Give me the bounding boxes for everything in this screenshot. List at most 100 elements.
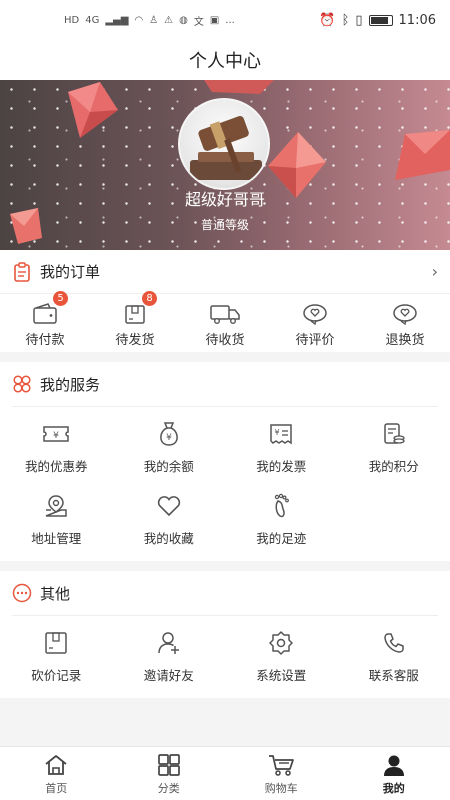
invoice-icon: ¥ [268,420,294,448]
services-section: 我的服务 ¥ 我的优惠券 ¥ 我的余额 ¥ 我的发票 我的积分 地址管理 我的收… [0,362,450,561]
box-icon: 8 [123,290,157,325]
order-badge: 5 [53,290,68,306]
comment-heart-icon [302,299,328,325]
hd-indicator: HD [64,14,80,26]
signal-icon: ▂▄▆ [105,14,129,26]
services-header: 我的服务 [0,362,450,406]
bottom-tab-bar: 首页 分类 购物车 我的 [0,746,450,800]
others-title: 其他 [40,584,71,603]
settings-icon [268,629,294,657]
bluetooth-icon: ᛒ [341,12,350,28]
qq-icon: ♙ [149,14,159,26]
orders-section: 我的订单 › 5 待付款 8 待发货 待收货 待评价 退换货 [0,250,450,352]
service-invoices[interactable]: ¥ 我的发票 [225,411,338,483]
service-label: 我的余额 [143,458,194,474]
other-label: 邀请好友 [143,667,194,683]
status-bar: HD 4G ▂▄▆ ◠ ♙ ⚠ ◍ 文 ▣ ... ⏰ ᛒ ▯ 11:06 [0,0,450,40]
bargain-icon [43,629,69,657]
service-label: 我的足迹 [256,530,307,546]
service-label: 地址管理 [31,530,82,546]
service-favorites[interactable]: 我的收藏 [113,483,226,555]
status-icons-right: ⏰ ᛒ ▯ 11:06 [319,13,436,28]
money-bag-icon: ¥ [157,420,181,448]
service-label: 我的发票 [256,458,307,474]
service-address[interactable]: 地址管理 [0,483,113,555]
order-label: 待收货 [205,332,245,348]
section-divider [0,561,450,571]
tab-home[interactable]: 首页 [0,747,113,800]
invite-user-icon [156,629,182,657]
other-label: 系统设置 [256,667,307,683]
tab-cart[interactable]: 购物车 [225,747,338,800]
service-balance[interactable]: ¥ 我的余额 [113,411,226,483]
others-section: 其他 砍价记录 邀请好友 系统设置 联系客服 [0,571,450,698]
order-pending-receipt[interactable]: 待收货 [180,299,270,348]
tab-category[interactable]: 分类 [113,747,226,800]
app-icon: ◍ [179,14,188,26]
order-pending-shipment[interactable]: 8 待发货 [90,290,180,348]
order-pending-review[interactable]: 待评价 [270,299,360,348]
svg-text:¥: ¥ [53,431,59,441]
service-coupons[interactable]: ¥ 我的优惠券 [0,411,113,483]
service-label: 我的收藏 [143,530,194,546]
tab-label: 分类 [157,781,180,795]
user-icon [382,752,406,778]
page-title: 个人中心 [0,40,450,80]
clipboard-icon [12,261,32,282]
gavel-image [190,116,262,180]
service-footprints[interactable]: 我的足迹 [225,483,338,555]
chevron-right-icon: › [431,262,438,281]
orders-title: 我的订单 [40,263,101,281]
service-points[interactable]: 我的积分 [338,411,450,483]
order-badge: 8 [142,290,157,306]
order-pending-payment[interactable]: 5 待付款 [0,290,90,348]
svg-text:¥: ¥ [275,428,280,437]
order-label: 待发货 [115,332,155,348]
home-icon [43,752,69,778]
services-title: 我的服务 [40,375,101,394]
other-bargain-records[interactable]: 砍价记录 [0,620,113,692]
other-invite-friends[interactable]: 邀请好友 [113,620,226,692]
more-notifications-icon: ... [225,14,235,26]
order-label: 待评价 [295,332,335,348]
translate-icon: 文 [193,16,204,28]
others-grid: 砍价记录 邀请好友 系统设置 联系客服 [0,616,450,698]
return-heart-icon [392,299,418,325]
others-header: 其他 [0,571,450,615]
service-label: 我的优惠券 [24,458,88,474]
username: 超级好哥哥 [184,190,265,209]
tab-label: 购物车 [264,781,298,795]
phone-icon [382,629,406,657]
more-circle-icon [12,583,32,603]
vibrate-icon: ▯ [355,12,363,28]
gem-decoration [204,80,274,94]
order-label: 待付款 [25,332,65,348]
avatar[interactable] [178,98,270,190]
service-label: 我的积分 [368,458,419,474]
tab-label: 首页 [45,781,68,795]
status-icons-left: HD 4G ▂▄▆ ◠ ♙ ⚠ ◍ 文 ▣ ... [64,13,235,28]
section-divider [0,352,450,362]
gem-decoration [68,82,118,138]
alarm-icon: ⏰ [319,12,336,28]
heart-icon [156,492,182,520]
other-contact-service[interactable]: 联系客服 [338,620,450,692]
other-label: 联系客服 [368,667,419,683]
member-level: 普通等级 [200,218,249,232]
gem-decoration [395,130,450,180]
wallet-icon: 5 [32,290,68,325]
other-system-settings[interactable]: 系统设置 [225,620,338,692]
order-returns[interactable]: 退换货 [360,299,450,348]
services-grid: ¥ 我的优惠券 ¥ 我的余额 ¥ 我的发票 我的积分 地址管理 我的收藏 我的足… [0,407,450,561]
orders-header[interactable]: 我的订单 › [0,250,450,294]
other-label: 砍价记录 [31,667,82,683]
truck-icon [209,299,241,325]
app-icon: ▣ [209,14,220,26]
tab-mine[interactable]: 我的 [338,747,450,800]
battery-icon [368,14,393,26]
points-icon [382,420,406,448]
location-icon [43,492,69,520]
coupon-icon: ¥ [42,420,70,448]
network-indicator: 4G [85,14,100,26]
category-icon [157,752,181,778]
